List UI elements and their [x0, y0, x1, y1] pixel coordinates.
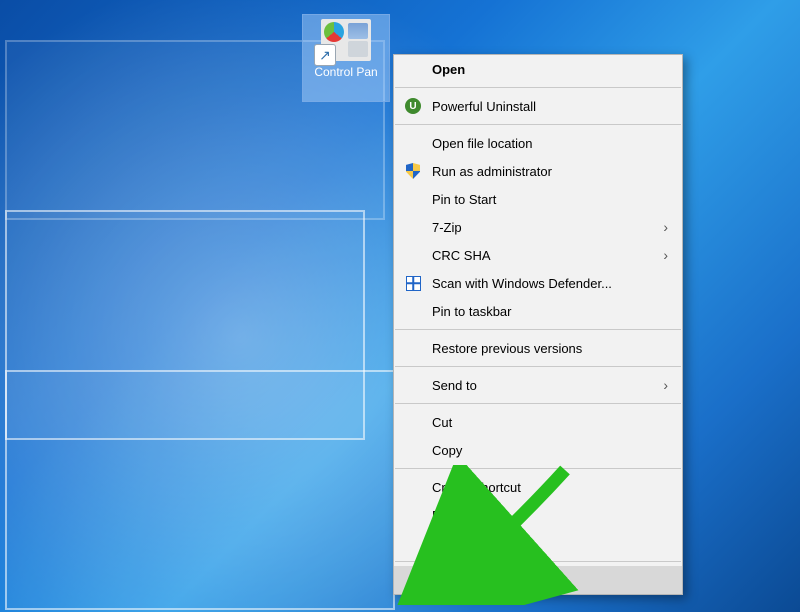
menu-item-create-shortcut[interactable]: Create shortcut — [394, 473, 682, 501]
menu-item-pin-to-start[interactable]: Pin to Start — [394, 185, 682, 213]
menu-item-open-file-location[interactable]: Open file location — [394, 129, 682, 157]
uninstall-icon: U — [404, 97, 422, 115]
menu-item-restore-previous-versions[interactable]: Restore previous versions — [394, 334, 682, 362]
menu-separator — [395, 87, 681, 88]
shield-icon — [404, 162, 422, 180]
menu-item-powerful-uninstall[interactable]: U Powerful Uninstall — [394, 92, 682, 120]
menu-separator — [395, 468, 681, 469]
menu-item-cut[interactable]: Cut — [394, 408, 682, 436]
menu-separator — [395, 403, 681, 404]
menu-item-pin-to-taskbar[interactable]: Pin to taskbar — [394, 297, 682, 325]
menu-item-copy[interactable]: Copy — [394, 436, 682, 464]
menu-item-send-to[interactable]: Send to › — [394, 371, 682, 399]
chevron-right-icon: › — [663, 377, 668, 393]
chevron-right-icon: › — [663, 219, 668, 235]
menu-item-crc-sha[interactable]: CRC SHA › — [394, 241, 682, 269]
context-menu: Open U Powerful Uninstall Open file loca… — [393, 54, 683, 595]
menu-item-7zip[interactable]: 7-Zip › — [394, 213, 682, 241]
shortcut-overlay-icon: ↗ — [315, 45, 335, 65]
desktop-icon-control-panel[interactable]: ↗ Control Pan — [302, 14, 390, 102]
menu-separator — [395, 329, 681, 330]
menu-item-delete[interactable]: Delete — [394, 501, 682, 529]
menu-separator — [395, 561, 681, 562]
defender-icon — [404, 274, 422, 292]
menu-item-open[interactable]: Open — [394, 55, 682, 83]
menu-item-run-as-administrator[interactable]: Run as administrator — [394, 157, 682, 185]
menu-item-rename[interactable]: Rename — [394, 529, 682, 557]
light-beam — [5, 370, 395, 610]
menu-item-properties[interactable]: Properties — [394, 566, 682, 594]
menu-item-scan-with-windows-defender[interactable]: Scan with Windows Defender... — [394, 269, 682, 297]
chevron-right-icon: › — [663, 247, 668, 263]
menu-separator — [395, 124, 681, 125]
desktop-icon-label: Control Pan — [303, 65, 389, 79]
menu-separator — [395, 366, 681, 367]
